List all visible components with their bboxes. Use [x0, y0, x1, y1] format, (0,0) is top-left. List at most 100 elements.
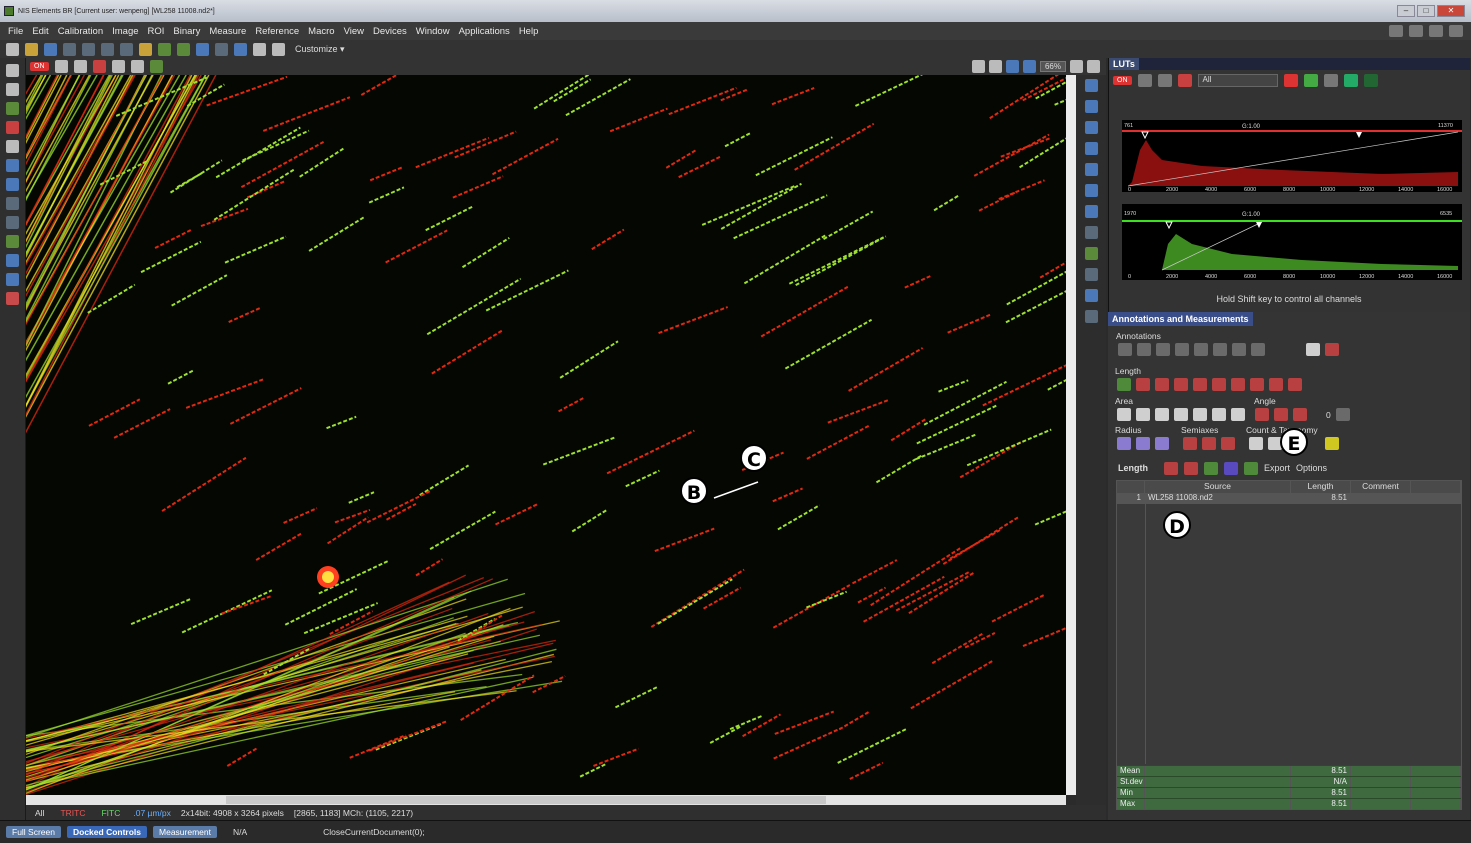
- close-document-icon[interactable]: [1087, 60, 1100, 73]
- horizontal-scrollbar[interactable]: [26, 795, 1066, 805]
- luts-title[interactable]: LUTs: [1109, 58, 1139, 70]
- histogram-icon[interactable]: [54, 60, 68, 73]
- select-icon[interactable]: [1118, 343, 1132, 356]
- menu-edit[interactable]: Edit: [32, 26, 48, 37]
- angle-measure-icon[interactable]: [1335, 408, 1350, 421]
- fullsize-icon[interactable]: [988, 60, 1002, 73]
- split-icon[interactable]: [1084, 100, 1098, 113]
- line-length-icon[interactable]: [1117, 378, 1131, 391]
- arrow-length-icon[interactable]: [1212, 378, 1226, 391]
- display-icon[interactable]: [111, 60, 125, 73]
- palette-icon[interactable]: [149, 60, 163, 73]
- pi-length-icon[interactable]: [1269, 378, 1283, 391]
- histogram-icon[interactable]: [1137, 74, 1152, 87]
- hand-icon[interactable]: [6, 140, 19, 153]
- table-row[interactable]: 1 WL258 11008.nd2 8.51: [1117, 493, 1461, 504]
- folder-icon[interactable]: [139, 42, 152, 56]
- pen-icon[interactable]: [1306, 343, 1320, 356]
- histogram-red[interactable]: G:1.00 761 11370 0 2000 4000 6000 8000 1…: [1122, 120, 1462, 193]
- length-header[interactable]: Length: [1291, 481, 1351, 493]
- image-viewer[interactable]: B C: [26, 75, 1066, 795]
- zoom-level[interactable]: 66%: [1039, 61, 1066, 72]
- pan-icon[interactable]: [6, 102, 19, 115]
- settings-icon[interactable]: [272, 42, 285, 56]
- gamma-icon[interactable]: [1323, 74, 1338, 87]
- freehand-icon[interactable]: [1251, 343, 1265, 356]
- hash-length-icon[interactable]: [1250, 378, 1264, 391]
- menu-macro[interactable]: Macro: [308, 26, 334, 37]
- capture-icon[interactable]: [196, 42, 209, 56]
- horizontal-length-icon[interactable]: [1155, 378, 1169, 391]
- redo-icon[interactable]: [82, 42, 95, 56]
- stack-icon[interactable]: [6, 178, 19, 191]
- menu-image[interactable]: Image: [112, 26, 138, 37]
- comment-header[interactable]: Comment: [1351, 481, 1411, 493]
- channel-icon[interactable]: [92, 60, 106, 73]
- zoom-icon[interactable]: [6, 83, 19, 96]
- heart-area-icon[interactable]: [1117, 408, 1131, 421]
- restore-icon[interactable]: [1070, 60, 1083, 73]
- analysis-icon[interactable]: [1084, 247, 1098, 260]
- spectrum-icon[interactable]: [1363, 74, 1378, 87]
- scroll-thumb[interactable]: [226, 796, 826, 804]
- polygon-area-icon[interactable]: [1174, 408, 1188, 421]
- vertical-length-icon[interactable]: [1174, 378, 1188, 391]
- menu-binary[interactable]: Binary: [173, 26, 200, 37]
- channel-tritc-tab[interactable]: TRITC: [57, 808, 88, 818]
- color-picker-icon[interactable]: [6, 121, 19, 134]
- layers-icon[interactable]: [6, 159, 19, 172]
- measure-type-select[interactable]: Length: [1118, 463, 1148, 473]
- open-icon[interactable]: [25, 42, 38, 56]
- close-button[interactable]: ✕: [1437, 5, 1465, 17]
- index-header[interactable]: [1117, 481, 1145, 493]
- ellipse-fit-icon[interactable]: [1202, 437, 1216, 450]
- polygon-icon[interactable]: [1232, 343, 1246, 356]
- freehand-area-icon[interactable]: [1193, 408, 1207, 421]
- mask-icon[interactable]: [1084, 268, 1098, 281]
- layout-icon[interactable]: [1389, 25, 1403, 37]
- export-button[interactable]: Export: [1264, 463, 1290, 473]
- curve-icon[interactable]: [73, 60, 87, 73]
- delete-all-icon[interactable]: [1184, 461, 1198, 475]
- circle-radius-icon[interactable]: [1117, 437, 1131, 450]
- grid-area-icon[interactable]: [1231, 408, 1245, 421]
- menu-measure[interactable]: Measure: [209, 26, 246, 37]
- red-channel-icon[interactable]: [1283, 74, 1298, 87]
- new-icon[interactable]: [6, 42, 19, 56]
- text-large-icon[interactable]: [1449, 25, 1463, 37]
- chart-icon[interactable]: [1224, 461, 1238, 475]
- annotations-title[interactable]: Annotations and Measurements: [1108, 312, 1253, 326]
- source-header[interactable]: Source: [1145, 481, 1291, 493]
- ellipse-icon[interactable]: [1213, 343, 1227, 356]
- overlay-icon[interactable]: [1084, 310, 1098, 323]
- menu-applications[interactable]: Applications: [459, 26, 510, 37]
- ellipse-area-icon[interactable]: [1155, 408, 1169, 421]
- print-icon[interactable]: [101, 42, 114, 56]
- menu-roi[interactable]: ROI: [148, 26, 165, 37]
- frame-icon[interactable]: [1084, 163, 1098, 176]
- zoom-out-icon[interactable]: [1022, 60, 1036, 73]
- lut-on-button[interactable]: ON: [30, 62, 49, 71]
- menu-reference[interactable]: Reference: [255, 26, 299, 37]
- chart-icon[interactable]: [234, 42, 247, 56]
- fit-icon[interactable]: [971, 60, 985, 73]
- export-icon[interactable]: [1244, 461, 1258, 475]
- arrow-icon[interactable]: [1156, 343, 1170, 356]
- customize-menu[interactable]: Customize ▾: [295, 44, 345, 55]
- caliper-icon[interactable]: [1288, 378, 1302, 391]
- gear-icon[interactable]: [6, 273, 19, 286]
- excel-icon[interactable]: [1204, 461, 1218, 475]
- save-icon[interactable]: [44, 42, 57, 56]
- pointer-icon[interactable]: [6, 64, 19, 77]
- export-image-icon[interactable]: [1084, 289, 1098, 302]
- calibration[interactable]: .07 µm/px: [133, 808, 171, 818]
- live-icon[interactable]: [177, 42, 190, 56]
- green-channel-icon[interactable]: [1303, 74, 1318, 87]
- graph-icon[interactable]: [1343, 74, 1358, 87]
- delete-icon[interactable]: [1164, 461, 1178, 475]
- ring-radius-icon[interactable]: [1136, 437, 1150, 450]
- polyline-icon[interactable]: [1136, 378, 1150, 391]
- view-icon[interactable]: [1084, 79, 1098, 92]
- maximize-button[interactable]: □: [1417, 5, 1435, 17]
- measure-icon[interactable]: [1084, 184, 1098, 197]
